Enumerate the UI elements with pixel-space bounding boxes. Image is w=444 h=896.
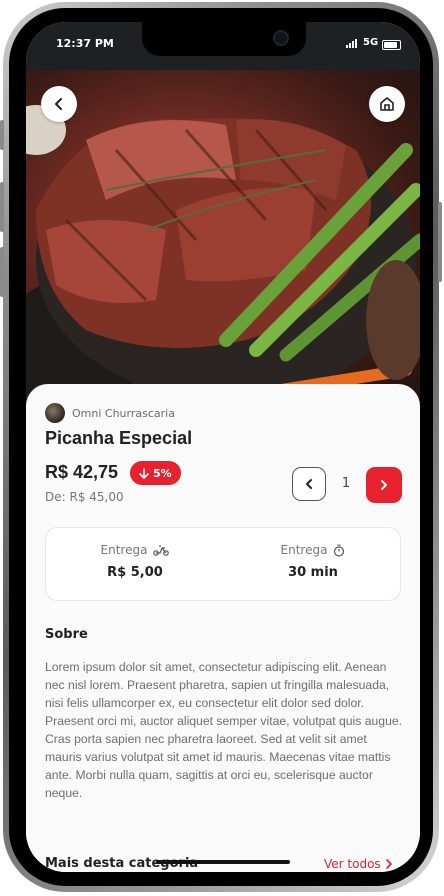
discount-value: 5% — [153, 466, 172, 480]
restaurant-name: Omni Churrascaria — [72, 406, 175, 420]
product-title: Picanha Especial — [45, 428, 193, 448]
restaurant-row[interactable]: Omni Churrascaria — [45, 403, 175, 423]
chevron-left-icon — [306, 479, 312, 489]
product-price: R$ 42,75 — [45, 462, 119, 482]
side-button-silent — [0, 120, 4, 150]
dynamic-island — [142, 22, 306, 56]
delivery-fee-label: Entrega — [100, 543, 148, 557]
delivery-time: Entrega 30 min — [224, 543, 402, 580]
restaurant-avatar — [45, 403, 65, 423]
camera-icon — [273, 30, 289, 46]
scooter-icon — [153, 545, 170, 556]
status-time: 12:37 PM — [56, 37, 114, 50]
product-image — [26, 70, 420, 405]
chevron-right-icon — [381, 480, 387, 490]
side-button-volume-down — [0, 247, 4, 297]
old-price: De: R$ 45,00 — [45, 490, 124, 504]
home-indicator — [156, 860, 290, 864]
delivery-info-card: Entrega R$ 5,00 Entrega 30 min — [45, 527, 401, 601]
delivery-time-value: 30 min — [288, 565, 338, 580]
decrease-quantity-button[interactable] — [292, 467, 326, 501]
product-details: Omni Churrascaria Picanha Especial R$ 42… — [26, 384, 420, 872]
quantity-value: 1 — [341, 476, 351, 491]
delivery-time-label: Entrega — [280, 543, 328, 557]
status-bar: 12:37 PM 5G — [26, 22, 420, 70]
home-button[interactable] — [369, 86, 405, 122]
stopwatch-icon — [334, 544, 345, 557]
network-type: 5G — [363, 37, 379, 48]
about-text: Lorem ipsum dolor sit amet, consectetur … — [45, 660, 403, 800]
about-title: Sobre — [45, 627, 88, 642]
see-all-link[interactable]: Ver todos — [324, 857, 393, 871]
increase-quantity-button[interactable] — [366, 467, 402, 503]
signal-icon — [346, 39, 360, 48]
back-button[interactable] — [41, 86, 77, 122]
battery-icon — [382, 40, 401, 50]
side-button-power — [438, 202, 442, 282]
home-icon — [380, 97, 394, 111]
arrow-down-icon — [139, 467, 149, 479]
screen: 12:37 PM 5G Omni Churrascaria Picanha Es… — [26, 22, 420, 872]
steak-illustration — [26, 105, 420, 405]
delivery-fee: Entrega R$ 5,00 — [46, 543, 224, 580]
discount-badge: 5% — [130, 461, 181, 485]
chevron-right-icon — [385, 859, 392, 869]
chevron-left-icon — [55, 98, 62, 110]
see-all-label: Ver todos — [324, 857, 381, 871]
side-button-volume-up — [0, 182, 4, 232]
delivery-fee-value: R$ 5,00 — [107, 565, 163, 580]
